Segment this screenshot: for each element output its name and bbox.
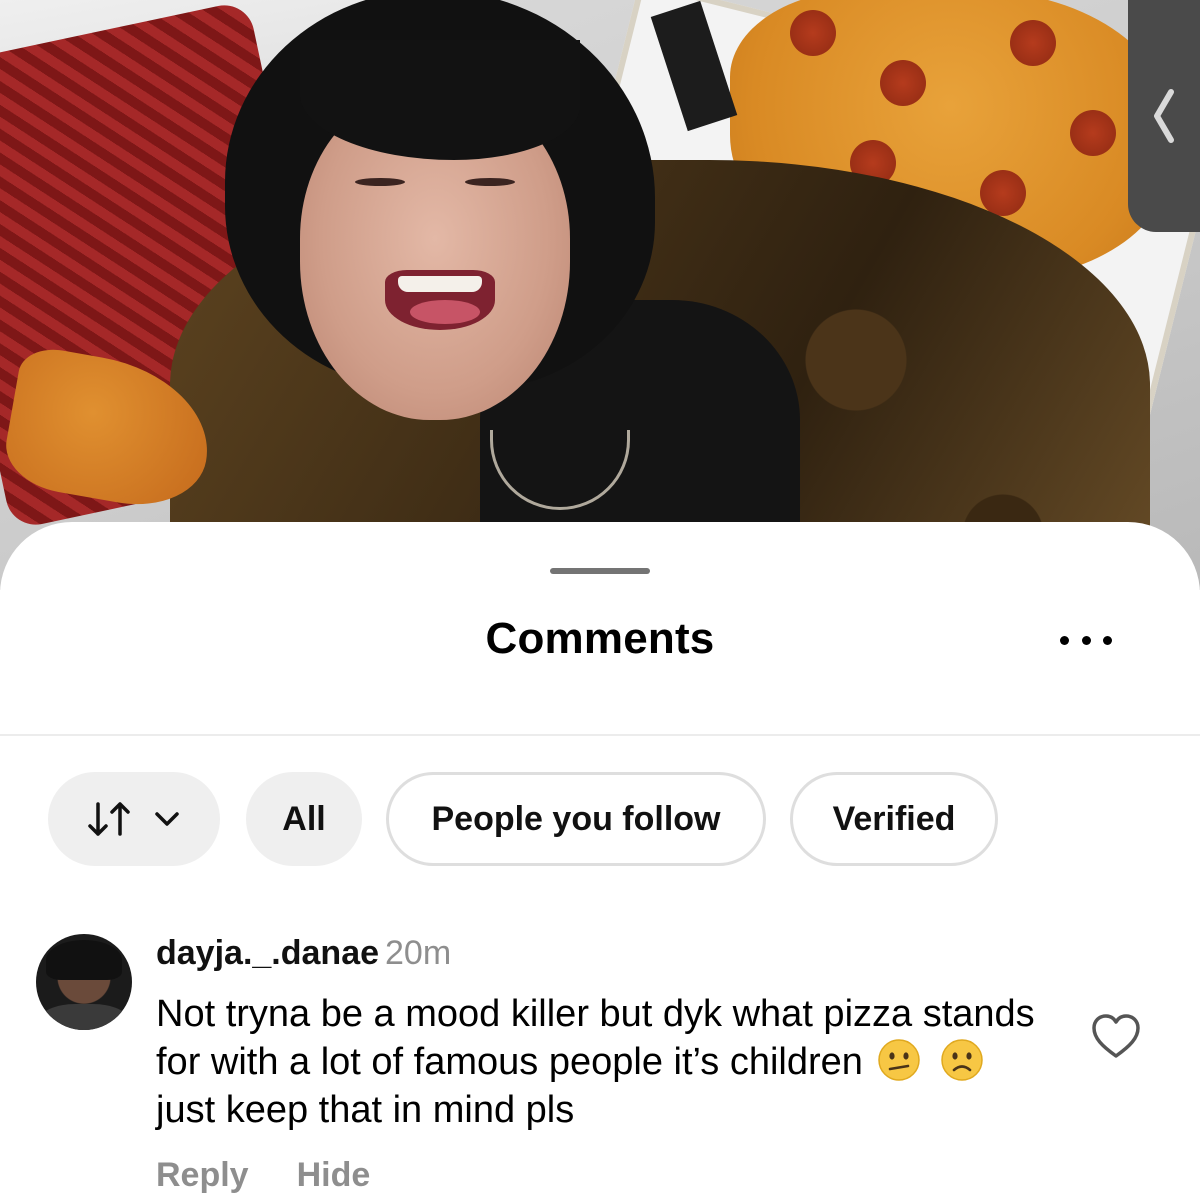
- sort-arrows-icon: [88, 802, 130, 836]
- like-heart-icon[interactable]: [1090, 1012, 1142, 1060]
- filter-chip-all[interactable]: All: [246, 772, 362, 866]
- header-divider: [0, 734, 1200, 736]
- hide-button[interactable]: Hide: [297, 1156, 371, 1195]
- chevron-down-icon: [155, 812, 179, 826]
- comment-time: 20m: [385, 934, 452, 972]
- side-panel-handle[interactable]: [1128, 0, 1200, 232]
- more-options-button[interactable]: [1056, 626, 1116, 654]
- more-dot-icon: [1060, 635, 1069, 645]
- more-dot-icon: [1103, 635, 1112, 645]
- filter-chip-verified[interactable]: Verified: [790, 772, 998, 866]
- confused-face-emoji: [878, 1039, 921, 1081]
- reply-button[interactable]: Reply: [156, 1156, 249, 1195]
- teeth: [398, 276, 482, 292]
- comments-sheet: Comments All People you follow Verified: [0, 522, 1200, 1200]
- comment-actions: Reply Hide: [156, 1156, 418, 1195]
- slightly-frowning-face-emoji: [941, 1039, 983, 1081]
- comment-text-after: just keep that in mind pls: [156, 1089, 575, 1131]
- sort-button[interactable]: [48, 772, 220, 866]
- comment-item: dayja._.danae 20m Not tryna be a mood kil…: [0, 924, 1200, 1200]
- sheet-title: Comments: [485, 614, 715, 663]
- post-photo: [0, 0, 1200, 590]
- avatar[interactable]: [36, 934, 132, 1030]
- tongue: [410, 300, 480, 324]
- left-eye: [355, 178, 405, 186]
- comment-text: Not tryna be a mood killer but dyk what …: [156, 990, 1056, 1134]
- sheet-grabber[interactable]: [550, 568, 650, 574]
- filter-chip-people-you-follow[interactable]: People you follow: [386, 772, 766, 866]
- chevron-left-icon: [1154, 89, 1174, 143]
- right-eye: [465, 178, 515, 186]
- more-dot-icon: [1081, 635, 1091, 645]
- comment-username[interactable]: dayja._.danae: [156, 934, 379, 972]
- comment-meta: dayja._.danae 20m: [156, 934, 451, 973]
